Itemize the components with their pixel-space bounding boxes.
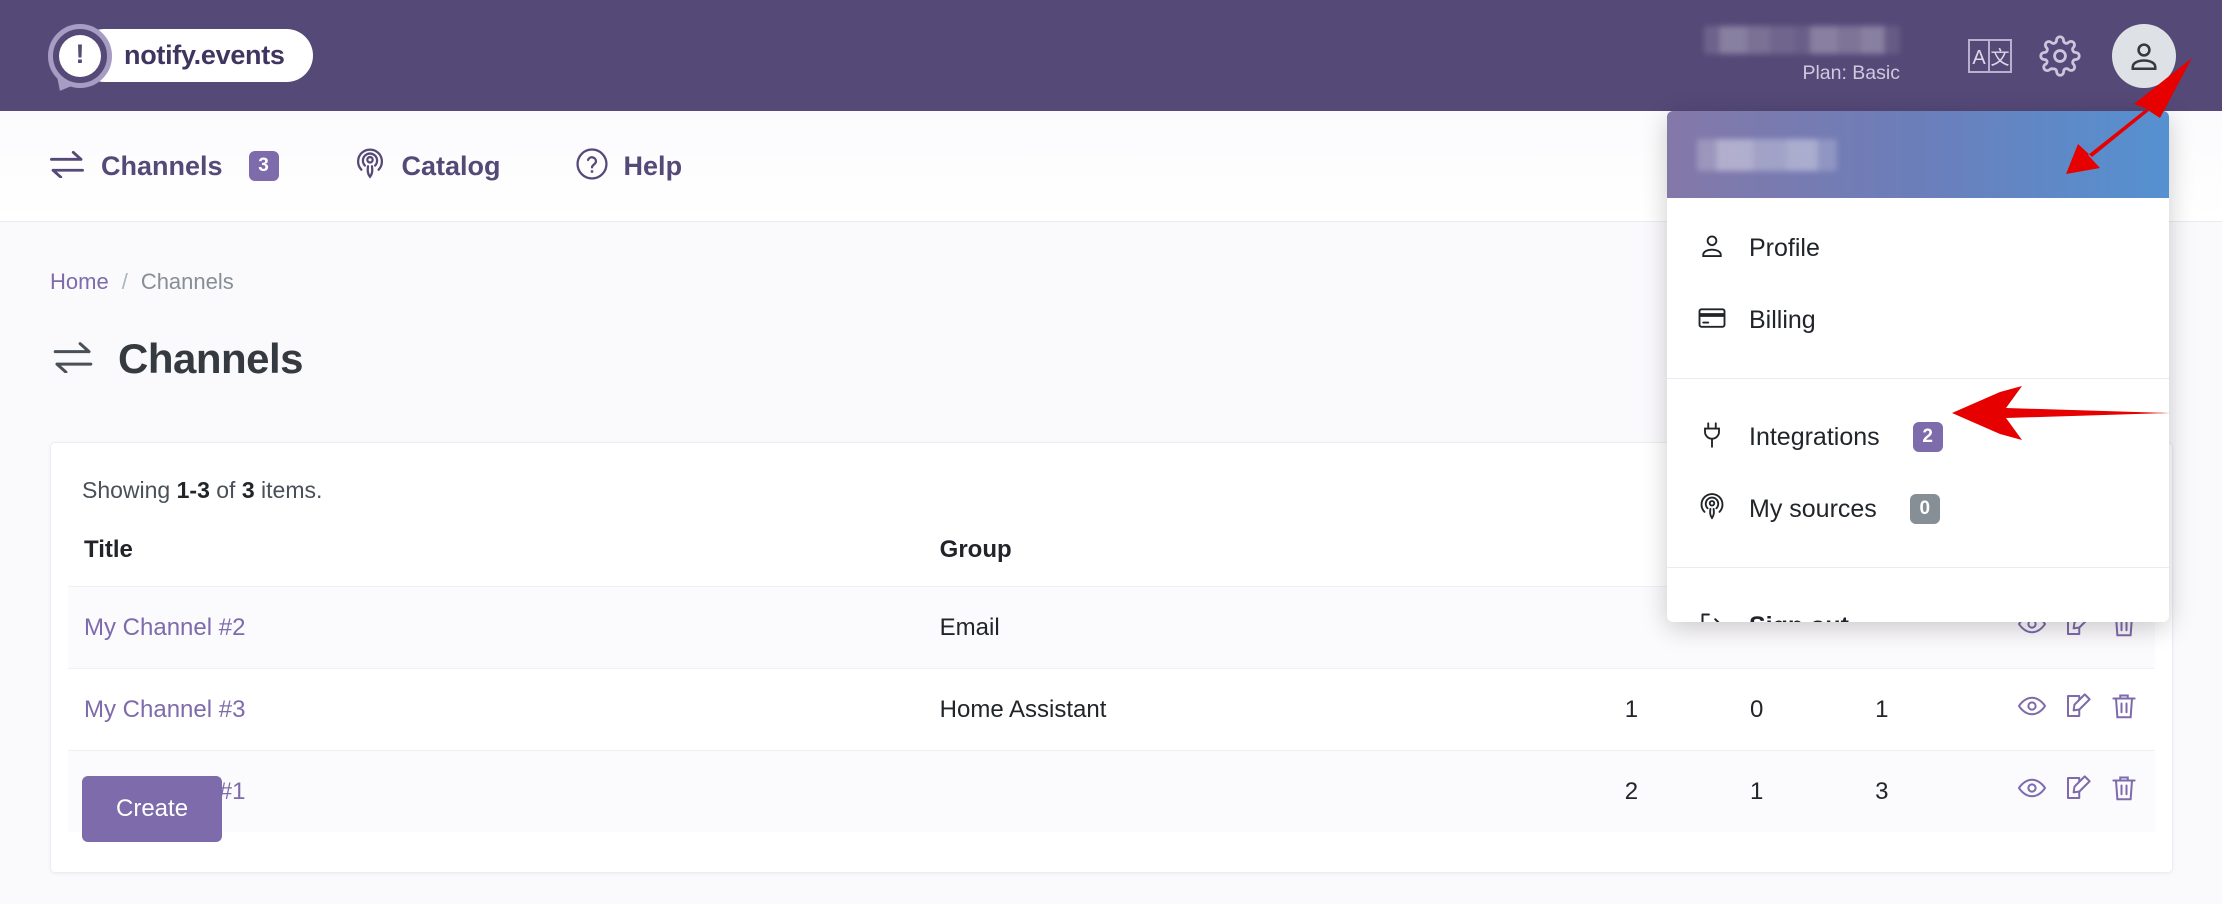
nav-item-help[interactable]: Help [575,147,683,186]
column-header-title[interactable]: Title [68,530,924,587]
cell-c3: 1 [1875,695,1889,723]
nav-label-help: Help [623,150,683,181]
cell-actions [1905,751,2155,833]
showing-range: 1-3 [176,477,210,503]
channel-link[interactable]: My Channel #3 [84,696,245,723]
dropdown-label-billing: Billing [1749,305,1816,334]
exchange-arrows-icon [48,150,86,183]
top-header-bar: ! notify.events Plan: Basic A 文 [0,0,2222,111]
dropdown-label-integrations: Integrations [1749,422,1880,451]
header-user-meta: Plan: Basic [1704,26,1900,85]
nav-badge-channels: 3 [248,151,279,181]
nav-label-channels: Channels [101,150,223,181]
avatar[interactable] [2112,23,2176,88]
plan-label: Plan: Basic [1802,62,1900,84]
plug-icon [1697,420,1727,455]
cell-c1: 1 [1624,695,1639,723]
channel-link[interactable]: My Channel #2 [84,614,245,641]
cell-c3: 3 [1875,777,1889,805]
dropdown-label-profile: Profile [1749,233,1820,262]
nav-label-catalog: Catalog [401,150,501,181]
svg-text:文: 文 [1990,47,2009,69]
showing-total: 3 [241,477,255,503]
dropdown-item-billing[interactable]: Billing [1667,284,2169,356]
edit-icon[interactable] [2063,773,2093,803]
exchange-arrows-icon [50,341,96,378]
table-row[interactable]: My Channel #3 Home Assistant 1 0 1 [68,668,2155,751]
nav-item-channels[interactable]: Channels 3 [48,150,279,183]
column-header-group[interactable]: Group [924,530,1529,587]
dropdown-label-my-sources: My sources [1749,494,1877,523]
translate-icon[interactable]: A 文 [1964,30,2016,82]
dropdown-username-blurred [1697,138,1837,171]
showing-suffix: items. [261,477,323,503]
dropdown-divider [1667,567,2169,568]
dropdown-item-sign-out[interactable]: Sign out [1667,590,2169,622]
cell-group [924,751,1529,833]
dropdown-header [1667,111,2169,198]
broadcast-icon [353,147,387,186]
question-circle-icon [575,147,609,186]
cell-c2: 1 [1749,777,1764,805]
breadcrumb-separator: / [121,269,128,294]
create-button[interactable]: Create [82,776,223,842]
cell-actions [1905,669,2155,751]
broadcast-icon [1697,492,1727,527]
brand-name: notify.events [124,40,285,70]
channels-table-body: My Channel #2 Email My Channel #3 Home A… [68,586,2155,833]
breadcrumb-home[interactable]: Home [50,269,109,295]
user-dropdown-menu: Profile Billing Integrations 2 My source… [1667,111,2169,622]
cell-c1 [1529,587,1654,669]
dropdown-label-sign-out: Sign out [1749,612,1849,623]
breadcrumb-current: Channels [140,269,234,294]
table-row[interactable]: My Channel #1 2 1 3 [68,750,2155,833]
showing-prefix: Showing [82,477,171,503]
cell-group: Home Assistant [939,695,1107,723]
cell-title: My Channel #3 [68,669,924,751]
edit-icon[interactable] [2063,691,2093,721]
cell-group: Email [939,613,1000,641]
dropdown-item-profile[interactable]: Profile [1667,212,2169,284]
credit-card-icon [1697,303,1727,338]
dropdown-badge-integrations: 2 [1912,422,1943,452]
showing-of: of [216,477,236,503]
page-title-text: Channels [118,335,304,382]
dropdown-item-integrations[interactable]: Integrations 2 [1667,401,2169,473]
brand-logo[interactable]: ! notify.events [48,23,313,88]
dropdown-badge-my-sources: 0 [1909,494,1940,524]
user-icon [1697,231,1727,266]
header-username-blurred [1704,26,1900,54]
delete-icon[interactable] [2109,773,2139,803]
logout-icon [1697,609,1727,622]
svg-text:A: A [1972,47,1986,69]
delete-icon[interactable] [2109,691,2139,721]
view-icon[interactable] [2017,691,2047,721]
cell-c2: 0 [1749,695,1764,723]
nav-item-catalog[interactable]: Catalog [353,147,501,186]
dropdown-divider [1667,378,2169,379]
gear-icon[interactable] [2034,30,2086,82]
cell-c1: 2 [1624,777,1639,805]
logo-bubble-icon: ! [48,23,112,88]
column-header-c1 [1529,530,1654,587]
dropdown-item-my-sources[interactable]: My sources 0 [1667,473,2169,545]
cell-title: My Channel #2 [68,587,924,669]
header-right-cluster: Plan: Basic A 文 [1704,23,2222,88]
view-icon[interactable] [2017,773,2047,803]
